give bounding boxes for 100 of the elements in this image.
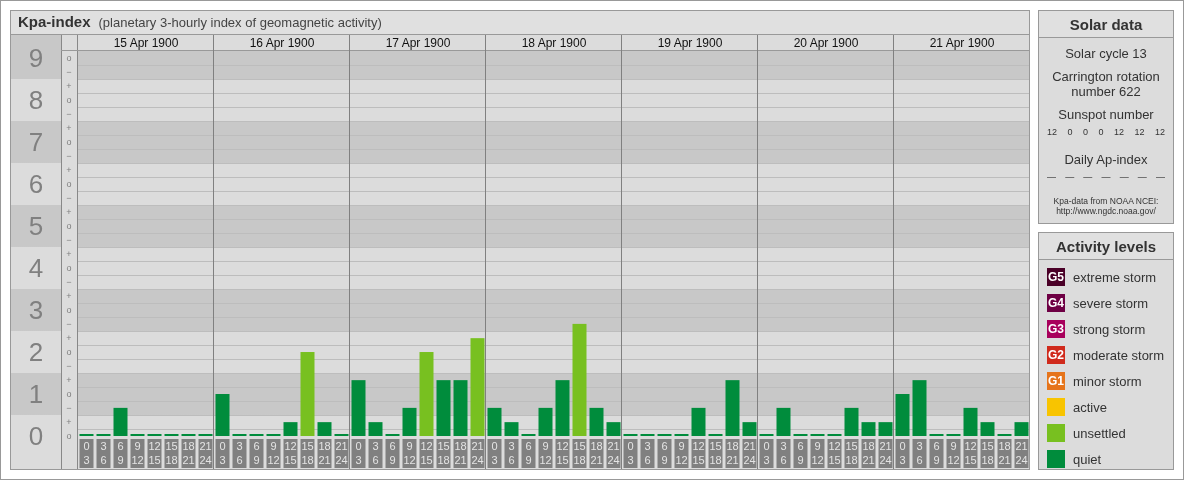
third-mark: − bbox=[66, 109, 72, 119]
third-mark: − bbox=[66, 319, 72, 329]
interval-label: 15 18 bbox=[572, 439, 587, 468]
kp-level-label: 1 bbox=[28, 379, 44, 409]
interval-label: 21 24 bbox=[334, 439, 349, 468]
carrington-rotation-text: Carrington rotation number 622 bbox=[1051, 69, 1161, 99]
kp-bar bbox=[878, 422, 893, 436]
interval-label: 9 12 bbox=[946, 439, 961, 468]
kp-bar bbox=[351, 380, 366, 436]
kp-bar bbox=[402, 407, 417, 436]
x-tick-label: 0 3 bbox=[627, 440, 634, 466]
third-mark: − bbox=[66, 277, 72, 287]
sunspot-value: 0 bbox=[1082, 126, 1088, 139]
x-tick-label: 6 9 bbox=[389, 440, 396, 466]
interval-label: 15 18 bbox=[300, 439, 315, 468]
x-tick-label: 6 9 bbox=[933, 440, 940, 466]
date-label: 18 Apr 1900 bbox=[521, 36, 587, 50]
date-label: 15 Apr 1900 bbox=[113, 36, 179, 50]
interval-label: 21 24 bbox=[198, 439, 213, 468]
third-mark: o bbox=[66, 95, 72, 105]
panel-title: Activity levels bbox=[1039, 232, 1173, 260]
level-label: extreme storm bbox=[1073, 268, 1157, 287]
interval-label: 6 9 bbox=[113, 439, 128, 468]
third-mark: − bbox=[66, 235, 72, 245]
x-tick-label: 0 3 bbox=[219, 440, 226, 466]
third-mark: o bbox=[66, 389, 72, 399]
level-code-badge: G2 bbox=[1047, 346, 1065, 365]
kp-bar bbox=[368, 422, 383, 436]
kp-bar bbox=[1014, 422, 1029, 436]
interval-label: 12 15 bbox=[555, 439, 570, 468]
interval-label: 21 24 bbox=[742, 439, 757, 468]
x-tick-label: 6 9 bbox=[525, 440, 532, 466]
third-mark: + bbox=[66, 375, 72, 385]
x-tick-label: 3 6 bbox=[236, 440, 243, 466]
interval-label: 6 9 bbox=[249, 439, 264, 468]
kp-bar bbox=[538, 407, 553, 436]
interval-label: 6 9 bbox=[521, 439, 536, 468]
ap-value: — bbox=[1065, 170, 1075, 184]
kp-level-label: 3 bbox=[28, 295, 44, 326]
kp-bar bbox=[436, 380, 451, 436]
level-label: severe storm bbox=[1073, 294, 1149, 313]
interval-label: 18 21 bbox=[317, 439, 332, 468]
interval-label: 9 12 bbox=[538, 439, 553, 468]
interval-label: 15 18 bbox=[164, 439, 179, 468]
solar-cycle-text: Solar cycle 13 bbox=[1065, 46, 1147, 61]
interval-label: 0 3 bbox=[623, 439, 638, 468]
interval-label: 0 3 bbox=[215, 439, 230, 468]
ap-index-heading: Daily Ap-index bbox=[1064, 151, 1148, 167]
third-mark: o bbox=[66, 179, 72, 189]
interval-label: 21 24 bbox=[470, 439, 485, 468]
x-tick-label: 3 6 bbox=[644, 440, 651, 466]
level-label: quiet bbox=[1073, 450, 1102, 469]
x-tick-label: 6 9 bbox=[117, 440, 124, 466]
level-code-badge: G4 bbox=[1047, 294, 1065, 313]
ap-value: — bbox=[1155, 170, 1165, 184]
kp-bar bbox=[895, 394, 910, 436]
interval-label: 3 6 bbox=[504, 439, 519, 468]
interval-label: 12 15 bbox=[963, 439, 978, 468]
interval-label: 3 6 bbox=[232, 439, 247, 468]
sunspot-value: 12 bbox=[1047, 126, 1057, 139]
third-mark: o bbox=[66, 347, 72, 357]
third-mark: + bbox=[66, 291, 72, 301]
interval-label: 18 21 bbox=[453, 439, 468, 468]
ap-value: — bbox=[1083, 170, 1093, 184]
interval-label: 18 21 bbox=[997, 439, 1012, 468]
ap-value: — bbox=[1101, 170, 1111, 184]
interval-label: 18 21 bbox=[861, 439, 876, 468]
interval-label: 6 9 bbox=[657, 439, 672, 468]
date-label: 16 Apr 1900 bbox=[249, 36, 315, 50]
sunspot-value: 0 bbox=[1098, 126, 1104, 139]
third-mark: + bbox=[66, 333, 72, 343]
interval-label: 9 12 bbox=[402, 439, 417, 468]
interval-label: 3 6 bbox=[368, 439, 383, 468]
kp-level-label: 4 bbox=[28, 253, 44, 284]
interval-label: 0 3 bbox=[79, 439, 94, 468]
kp-bar bbox=[725, 380, 740, 436]
panel-title: Solar data bbox=[1039, 11, 1173, 38]
kp-bar bbox=[776, 407, 791, 436]
interval-label: 15 18 bbox=[708, 439, 723, 468]
level-label: active bbox=[1073, 398, 1107, 417]
x-tick-label: 3 6 bbox=[100, 440, 107, 466]
interval-label: 15 18 bbox=[436, 439, 451, 468]
interval-label: 21 24 bbox=[1014, 439, 1029, 468]
kp-level-label: 8 bbox=[28, 85, 44, 116]
interval-label: 3 6 bbox=[640, 439, 655, 468]
interval-label: 18 21 bbox=[725, 439, 740, 468]
interval-label: 0 3 bbox=[351, 439, 366, 468]
interval-label: 3 6 bbox=[776, 439, 791, 468]
level-label: minor storm bbox=[1073, 372, 1142, 391]
third-mark: + bbox=[66, 165, 72, 175]
x-tick-label: 3 6 bbox=[508, 440, 515, 466]
kp-bar bbox=[283, 422, 298, 436]
third-mark: + bbox=[66, 207, 72, 217]
x-tick-label: 0 3 bbox=[763, 440, 770, 466]
third-mark: o bbox=[66, 263, 72, 273]
kp-level-label: 6 bbox=[28, 169, 44, 200]
kp-bar bbox=[691, 407, 706, 436]
x-tick-label: 3 6 bbox=[372, 440, 379, 466]
x-tick-label: 3 6 bbox=[916, 440, 923, 466]
chart-subtitle: (planetary 3-hourly index of geomagnetic activity) bbox=[98, 13, 382, 32]
